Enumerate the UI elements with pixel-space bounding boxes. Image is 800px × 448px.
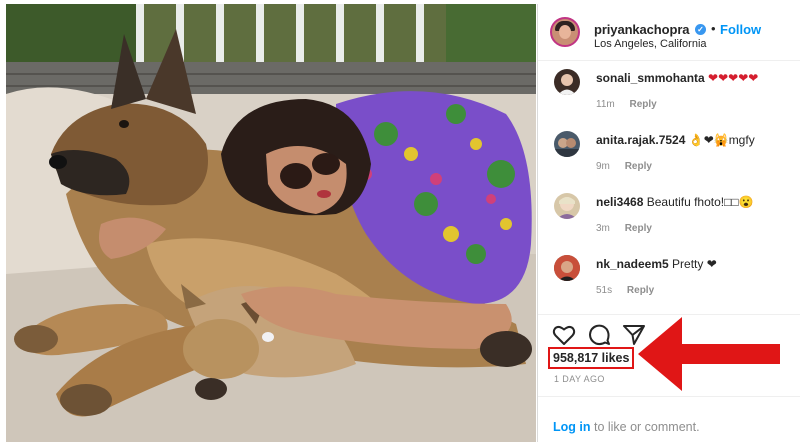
verified-icon: ✓ — [695, 24, 706, 35]
header-separator: • — [711, 21, 716, 36]
comment-text: anita.rajak.7524 👌❤🙀mgfy — [596, 133, 755, 147]
comment-time: 11m — [596, 99, 615, 110]
red-arrow-annotation — [638, 317, 780, 391]
comment-time: 51s — [596, 285, 613, 296]
commenter-avatar[interactable] — [554, 193, 580, 219]
reply-button[interactable]: Reply — [625, 223, 652, 234]
comment-item: sonali_smmohanta ❤❤❤❤❤ 11m Reply — [538, 61, 800, 111]
comment-icon[interactable] — [587, 323, 611, 347]
comment-username[interactable]: neli3468 — [596, 195, 643, 209]
login-link[interactable]: Log in — [553, 420, 591, 434]
comment-body: Pretty ❤ — [672, 257, 717, 271]
likes-count[interactable]: 958,817 likes — [548, 347, 635, 369]
avatar-face — [559, 25, 571, 39]
commenter-avatar[interactable] — [554, 69, 580, 95]
comment-username[interactable]: anita.rajak.7524 — [596, 133, 685, 147]
post-header: priyankachopra ✓ • Follow Los Angeles, C… — [538, 4, 800, 61]
reply-button[interactable]: Reply — [630, 99, 657, 110]
comment-time: 9m — [596, 161, 610, 172]
login-prompt: Log in to like or comment. — [553, 420, 700, 434]
comment-username[interactable]: nk_nadeem5 — [596, 257, 669, 271]
comment-text: nk_nadeem5 Pretty ❤ — [596, 257, 717, 271]
photo-illustration — [6, 4, 536, 442]
comment-item: anita.rajak.7524 👌❤🙀mgfy 9m Reply — [538, 123, 800, 173]
avatar-portrait — [557, 197, 577, 219]
avatar-portrait — [554, 255, 580, 281]
comment-item: neli3468 Beautifu fhoto!□□😮 3m Reply — [538, 185, 800, 235]
comment-meta: 9m Reply — [596, 161, 652, 172]
comment-body: 👌❤🙀mgfy — [688, 133, 755, 147]
author-username[interactable]: priyankachopra — [594, 22, 690, 37]
post-location[interactable]: Los Angeles, California — [594, 38, 707, 50]
comment-text: neli3468 Beautifu fhoto!□□😮 — [596, 195, 754, 209]
comment-body: ❤❤❤❤❤ — [708, 71, 759, 85]
comment-meta: 11m Reply — [596, 99, 657, 110]
comment-username[interactable]: sonali_smmohanta — [596, 71, 705, 85]
comment-meta: 51s Reply — [596, 285, 654, 296]
post-timestamp: 1 DAY AGO — [554, 374, 605, 384]
comment-text: sonali_smmohanta ❤❤❤❤❤ — [596, 71, 758, 85]
commenter-avatar[interactable] — [554, 131, 580, 157]
follow-button[interactable]: Follow — [720, 22, 761, 37]
comment-meta: 3m Reply — [596, 223, 652, 234]
login-prompt-text: to like or comment. — [590, 420, 700, 434]
instagram-post-embed: priyankachopra ✓ • Follow Los Angeles, C… — [0, 0, 800, 448]
comments-list[interactable]: sonali_smmohanta ❤❤❤❤❤ 11m Reply anita.r… — [538, 61, 800, 316]
post-photo[interactable] — [6, 4, 536, 442]
commenter-avatar[interactable] — [554, 255, 580, 281]
author-avatar[interactable] — [550, 17, 580, 47]
avatar-portrait — [558, 74, 576, 95]
heart-icon[interactable] — [552, 323, 576, 347]
comment-body: Beautifu fhoto!□□😮 — [646, 195, 754, 209]
avatar-portrait — [554, 138, 580, 157]
comment-time: 3m — [596, 223, 610, 234]
reply-button[interactable]: Reply — [627, 285, 654, 296]
comment-item: nk_nadeem5 Pretty ❤ 51s Reply — [538, 247, 800, 297]
reply-button[interactable]: Reply — [625, 161, 652, 172]
